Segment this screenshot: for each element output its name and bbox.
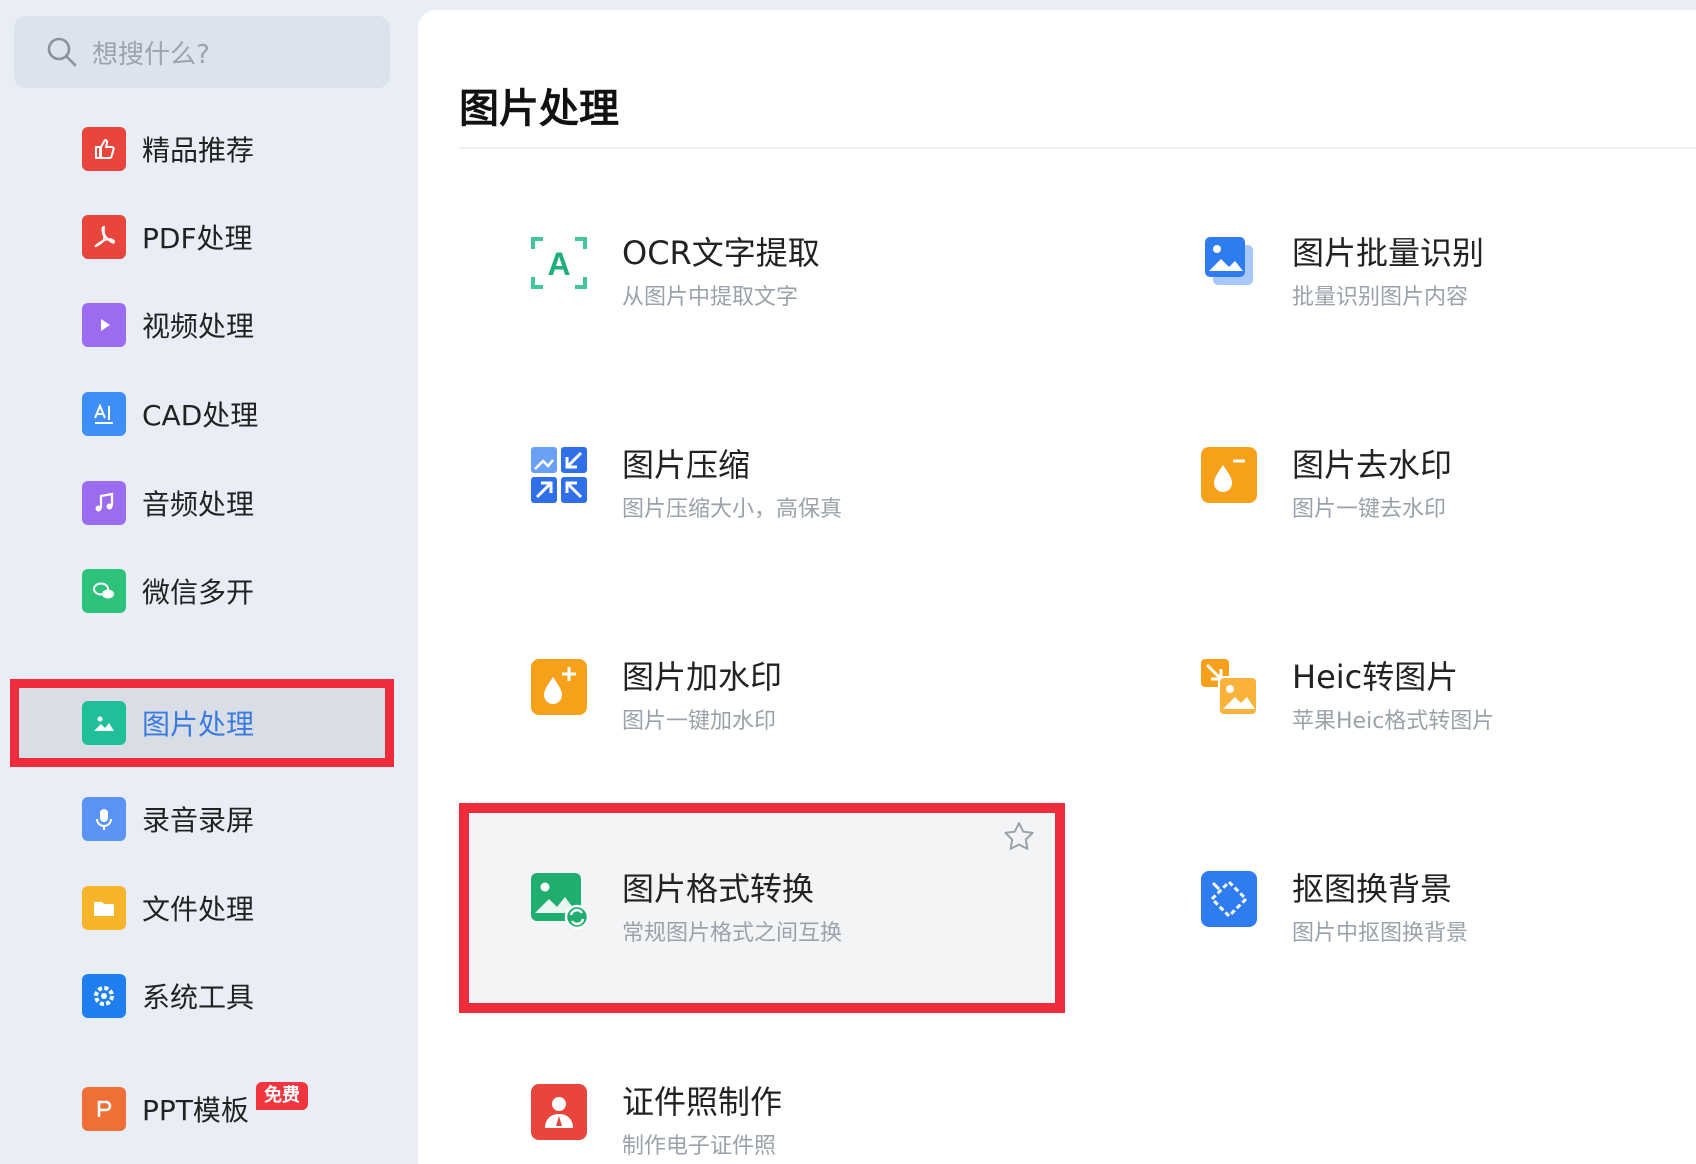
- tool-card-heic[interactable]: Heic转图片 苹果Heic格式转图片: [1199, 657, 1494, 735]
- sidebar-item-video[interactable]: 视频处理: [82, 302, 254, 348]
- tool-desc: 从图片中提取文字: [622, 285, 799, 310]
- search-box[interactable]: 想搜什么?: [14, 16, 390, 88]
- tool-card-add-watermark[interactable]: 图片加水印 图片一键加水印: [529, 657, 782, 735]
- tool-card-compress[interactable]: 图片压缩 图片压缩大小，高保真: [529, 445, 842, 523]
- highlight-box-sidebar: [10, 679, 394, 767]
- folder-icon: [82, 886, 126, 930]
- sidebar-item-wechat[interactable]: 微信多开: [82, 568, 254, 614]
- sidebar-item-audio[interactable]: 音频处理: [82, 480, 254, 526]
- free-badge: 免费: [256, 1082, 308, 1110]
- tool-card-remove-watermark[interactable]: 图片去水印 图片一键去水印: [1199, 445, 1452, 523]
- tool-title: 图片加水印: [622, 658, 783, 696]
- id-photo-icon: [529, 1082, 589, 1142]
- cutout-icon: [1199, 869, 1259, 929]
- sidebar-item-label: 微信多开: [142, 576, 255, 609]
- thumbs-up-icon: [82, 127, 126, 171]
- tool-card-ocr[interactable]: A OCR文字提取 从图片中提取文字: [529, 233, 820, 311]
- tool-title: 证件照制作: [622, 1083, 783, 1121]
- sidebar-item-label: 系统工具: [142, 981, 255, 1014]
- tool-card-batch-recognition[interactable]: 图片批量识别 批量识别图片内容: [1199, 233, 1484, 311]
- sidebar-item-label: 音频处理: [142, 488, 255, 521]
- sidebar-item-recorder[interactable]: 录音录屏: [82, 796, 254, 842]
- search-icon: [47, 37, 77, 67]
- heic-convert-icon: [1199, 657, 1259, 717]
- tool-desc: 批量识别图片内容: [1292, 285, 1469, 310]
- tool-desc: 图片一键加水印: [622, 709, 777, 734]
- add-watermark-icon: [529, 657, 589, 717]
- tool-card-cutout[interactable]: 抠图换背景 图片中抠图换背景: [1199, 869, 1468, 947]
- tool-card-id-photo[interactable]: 证件照制作 制作电子证件照: [529, 1082, 782, 1160]
- tool-desc: 图片压缩大小，高保真: [622, 497, 843, 522]
- ppt-icon: [82, 1087, 126, 1131]
- sidebar-item-label: 精品推荐: [142, 134, 255, 167]
- sidebar-item-label: 录音录屏: [142, 804, 255, 837]
- sidebar-item-label: PDF处理: [142, 222, 253, 255]
- tool-desc: 图片中抠图换背景: [1292, 921, 1469, 946]
- compress-icon: [529, 445, 589, 505]
- tool-desc: 图片一键去水印: [1292, 497, 1447, 522]
- tool-desc: 苹果Heic格式转图片: [1292, 709, 1495, 734]
- music-note-icon: [82, 481, 126, 525]
- sidebar-item-label: CAD处理: [142, 399, 259, 432]
- sidebar: 想搜什么? 精品推荐 PDF处理 视频处理 CAD处理 音频处理 微信多开 图片…: [0, 0, 418, 1164]
- sidebar-item-cad[interactable]: CAD处理: [82, 391, 258, 437]
- sidebar-item-label: 文件处理: [142, 893, 255, 926]
- svg-text:A: A: [547, 246, 570, 282]
- tool-title: 图片去水印: [1292, 446, 1453, 484]
- batch-image-icon: [1199, 233, 1259, 293]
- sidebar-item-pdf[interactable]: PDF处理: [82, 214, 253, 260]
- tool-title: 抠图换背景: [1292, 870, 1453, 908]
- play-icon: [82, 303, 126, 347]
- wechat-icon: [82, 569, 126, 613]
- ocr-icon: A: [529, 233, 589, 293]
- tool-title: OCR文字提取: [622, 234, 820, 272]
- tool-title: Heic转图片: [1292, 658, 1459, 696]
- title-divider: [459, 147, 1696, 149]
- pdf-icon: [82, 215, 126, 259]
- tool-title: 图片批量识别: [1292, 234, 1485, 272]
- tool-title: 图片压缩: [622, 446, 751, 484]
- cad-icon: [82, 392, 126, 436]
- sidebar-item-system[interactable]: 系统工具: [82, 973, 254, 1019]
- sidebar-item-label: 视频处理: [142, 310, 255, 343]
- sidebar-item-file[interactable]: 文件处理: [82, 885, 254, 931]
- highlight-box-card: [459, 803, 1065, 1013]
- sidebar-item-ppt[interactable]: PPT模板: [82, 1086, 249, 1132]
- sidebar-item-featured[interactable]: 精品推荐: [82, 126, 254, 172]
- sidebar-item-label: PPT模板: [142, 1094, 249, 1127]
- tool-desc: 制作电子证件照: [622, 1134, 777, 1159]
- search-placeholder: 想搜什么?: [92, 39, 210, 70]
- microphone-icon: [82, 797, 126, 841]
- page-title: 图片处理: [459, 86, 619, 132]
- gear-icon: [82, 974, 126, 1018]
- remove-watermark-icon: [1199, 445, 1259, 505]
